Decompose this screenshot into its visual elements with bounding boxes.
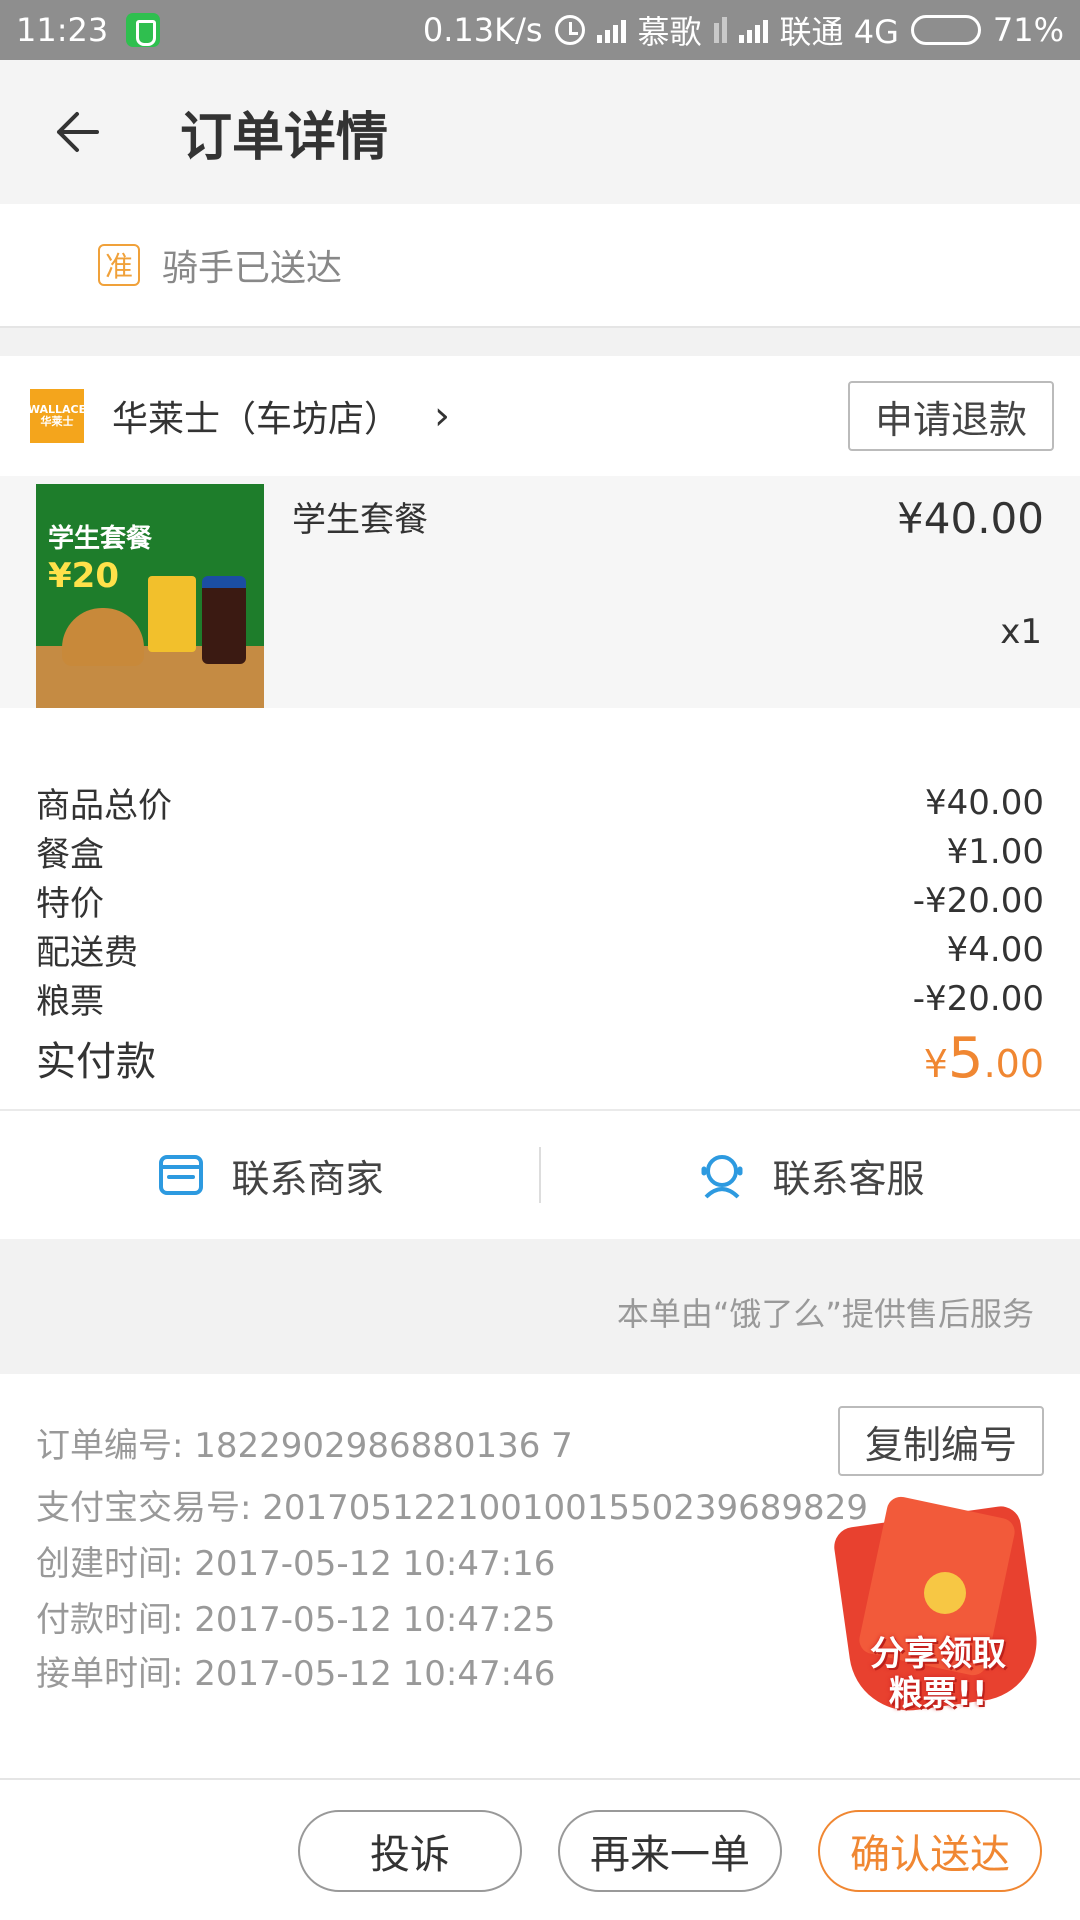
data-transfer-icon (713, 17, 727, 43)
status-bar: 11:23 0.13K/s 慕歌 联通 4G 71% (0, 0, 1080, 60)
accepted-time: 接单时间: 2017-05-12 10:47:46 (36, 1654, 556, 1694)
complain-button[interactable]: 投诉 (298, 1810, 522, 1892)
battery-icon (910, 15, 981, 45)
burger-image (62, 608, 144, 666)
page-title: 订单详情 (180, 107, 389, 168)
share-red-packet-button[interactable]: 分享领取 粮票!! (831, 1486, 1045, 1736)
order-info: 订单编号: 1822902986880136 7 复制编号 支付宝交易号: 20… (0, 1374, 1080, 1778)
bottom-action-bar: 投诉 再来一单 确认送达 (0, 1778, 1080, 1920)
battery-percent: 71% (992, 11, 1064, 49)
total-row: 实付款 ¥5.00 (36, 1025, 1044, 1091)
shop-row: WALLACE 华莱士 华莱士（车坊店） › 申请退款 (0, 356, 1080, 476)
shop-logo: WALLACE 华莱士 (28, 389, 86, 443)
carrier-1: 慕歌 (637, 13, 702, 51)
contact-merchant-button[interactable]: 联系商家 (0, 1148, 539, 1203)
contact-service-label: 联系客服 (772, 1156, 925, 1201)
total-label: 实付款 (36, 1039, 156, 1085)
fee-row: 粮票 -¥20.00 (36, 974, 1044, 1023)
shop-name[interactable]: 华莱士（车坊店） (112, 390, 400, 442)
fee-row: 特价 -¥20.00 (36, 876, 1044, 925)
reorder-button[interactable]: 再来一单 (558, 1810, 782, 1892)
fries-image (148, 576, 196, 652)
fee-breakdown: 商品总价 ¥40.00 餐盒 ¥1.00 特价 -¥20.00 配送费 ¥4.00 粮票… (0, 708, 1080, 1109)
chevron-right-icon[interactable]: › (434, 393, 450, 439)
signal-icon (596, 17, 626, 43)
after-sales-note: 本单由“饿了么”提供售后服务 (0, 1250, 1080, 1374)
fee-row: 餐盒 ¥1.00 (36, 827, 1044, 876)
item-name: 学生套餐 (292, 500, 428, 540)
order-status-text: 骑手已送达 (162, 248, 343, 289)
fee-value: -¥20.00 (912, 978, 1044, 1019)
fee-label: 餐盒 (36, 835, 104, 875)
security-shield-icon (126, 13, 161, 47)
alarm-icon (554, 15, 585, 45)
order-number: 订单编号: 1822902986880136 7 (36, 1426, 573, 1466)
red-packet-text: 分享领取 粮票!! (870, 1634, 1006, 1714)
thumb-title: 学生套餐 (48, 524, 153, 554)
fee-label: 商品总价 (36, 786, 172, 826)
store-icon (159, 1155, 204, 1195)
status-indicators: 0.13K/s 慕歌 联通 4G 71% (423, 7, 1064, 53)
carrier-2: 联通 4G (779, 13, 899, 51)
title-bar: 订单详情 (0, 60, 1080, 204)
fee-label: 配送费 (36, 933, 138, 973)
contact-merchant-label: 联系商家 (231, 1156, 384, 1201)
alipay-transaction-number: 支付宝交易号: 2017051221001001550239689829 (36, 1488, 868, 1528)
fee-value: -¥20.00 (912, 880, 1044, 921)
order-item: 学生套餐 ¥20 学生套餐 ¥40.00 x1 (0, 476, 1080, 708)
status-time: 11:23 (16, 11, 109, 49)
fee-label: 特价 (36, 884, 104, 924)
fee-row: 配送费 ¥4.00 (36, 925, 1044, 974)
back-arrow-icon (57, 112, 99, 152)
total-amount: ¥5.00 (923, 1025, 1044, 1091)
contact-bar: 联系商家 联系客服 (0, 1109, 1080, 1239)
fee-value: ¥40.00 (925, 782, 1044, 823)
on-time-badge: 准 (98, 244, 140, 286)
back-button[interactable] (0, 60, 150, 204)
order-card: WALLACE 华莱士 华莱士（车坊店） › 申请退款 学生套餐 ¥20 学生套… (0, 356, 1080, 1239)
coin-icon (924, 1572, 966, 1614)
order-status-row: 准 骑手已送达 (0, 204, 1080, 328)
customer-service-icon (701, 1155, 743, 1199)
contact-service-button[interactable]: 联系客服 (541, 1148, 1080, 1203)
paid-time: 付款时间: 2017-05-12 10:47:25 (36, 1600, 556, 1640)
signal-icon-2 (738, 17, 768, 43)
fee-value: ¥4.00 (946, 929, 1044, 970)
created-time: 创建时间: 2017-05-12 10:47:16 (36, 1544, 556, 1584)
drink-image (202, 576, 246, 664)
copy-order-number-button[interactable]: 复制编号 (838, 1406, 1044, 1476)
fee-row: 商品总价 ¥40.00 (36, 778, 1044, 827)
fee-label: 粮票 (36, 982, 104, 1022)
confirm-delivery-button[interactable]: 确认送达 (818, 1810, 1042, 1892)
refund-button[interactable]: 申请退款 (848, 381, 1054, 451)
item-quantity: x1 (1000, 612, 1042, 652)
item-thumbnail: 学生套餐 ¥20 (36, 484, 264, 708)
item-price: ¥40.00 (897, 494, 1044, 543)
network-speed: 0.13K/s (422, 11, 543, 49)
thumb-price: ¥20 (48, 556, 119, 596)
fee-value: ¥1.00 (946, 831, 1044, 872)
